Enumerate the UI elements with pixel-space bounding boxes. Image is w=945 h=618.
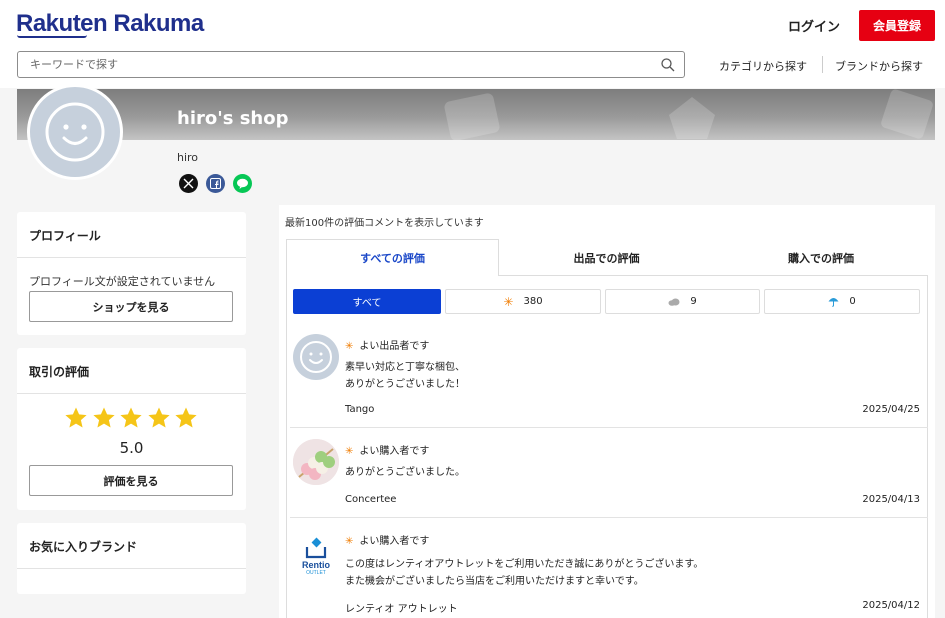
sun-icon: ✳: [345, 536, 354, 547]
reviewer-name[interactable]: レンティオ アウトレット: [345, 600, 458, 615]
review-line: 素早い対応と丁寧な梱包、: [345, 362, 465, 373]
rakuma-logo[interactable]: Rakuten Rakuma: [16, 10, 204, 38]
filter-all-label: すべて: [352, 298, 382, 309]
shop-username: hiro: [177, 151, 199, 164]
smiley-avatar-icon: [300, 341, 332, 373]
rating-title: 取引の評価: [29, 365, 90, 379]
star-icon: [65, 407, 87, 428]
rating-stars: [64, 406, 200, 432]
profile-card: プロフィール プロフィール文が設定されていません ショップを見る: [17, 212, 246, 335]
view-ratings-button[interactable]: 評価を見る: [29, 465, 233, 496]
sun-icon: ✳: [345, 341, 354, 352]
smiley-avatar-icon: [45, 102, 105, 162]
tab-all-reviews[interactable]: すべての評価: [286, 239, 499, 276]
favorite-brands-card: お気に入りブランド: [17, 523, 246, 594]
review-date: 2025/04/12: [862, 600, 920, 611]
filter-bad-button[interactable]: 0: [764, 289, 920, 314]
decor-box-icon: [881, 89, 933, 139]
review-line: この度はレンティオアウトレットをご利用いただき誠にありがとうございます。: [345, 559, 704, 570]
filter-good-count: 380: [523, 296, 543, 307]
shop-name: hiro's shop: [177, 108, 289, 129]
review-date: 2025/04/25: [862, 404, 920, 415]
site-header: Rakuten Rakuma ログイン 会員登録 カテゴリから探す ブランドから…: [0, 0, 945, 88]
review-type: ✳ よい購入者です: [345, 532, 429, 547]
decor-bag-icon: [444, 93, 500, 140]
reviews-panel: 最新100件の評価コメントを表示しています すべての評価 出品での評価 購入での…: [279, 205, 935, 618]
shop-banner: [17, 89, 935, 140]
star-icon: [92, 407, 115, 428]
star-icon: [147, 407, 170, 428]
tab-seller-reviews[interactable]: 出品での評価: [499, 239, 714, 276]
tab-underline: [499, 275, 928, 276]
card-divider: [17, 393, 246, 394]
panel-border-left: [286, 275, 287, 618]
review-type-label: よい購入者です: [359, 446, 430, 457]
review-date: 2025/04/13: [862, 494, 920, 505]
profile-title: プロフィール: [29, 229, 101, 243]
line-share-icon[interactable]: [233, 174, 252, 193]
star-icon: [175, 407, 197, 428]
review-line: ありがとうございました。: [345, 467, 465, 478]
login-link[interactable]: ログイン: [788, 16, 840, 35]
profile-text: プロフィール文が設定されていません: [29, 275, 216, 288]
umbrella-icon: [828, 298, 839, 307]
rentio-logo-subtext: OUTLET: [306, 570, 326, 576]
nav-category-link[interactable]: カテゴリから探す: [719, 58, 807, 74]
rentio-logo-text: Rentio: [302, 560, 330, 570]
review-body: 素早い対応と丁寧な梱包、 ありがとうございました！: [345, 359, 465, 393]
card-divider: [17, 257, 246, 258]
review-line: ありがとうございました！: [345, 379, 465, 390]
panel-border-right: [927, 275, 928, 618]
filter-good-button[interactable]: ✳ 380: [445, 289, 601, 314]
reviewer-avatar[interactable]: [293, 439, 339, 485]
review-type: ✳ よい購入者です: [345, 442, 429, 457]
filter-all-button[interactable]: すべて: [293, 289, 441, 314]
nav-divider: [822, 56, 823, 73]
view-shop-button[interactable]: ショップを見る: [29, 291, 233, 322]
reviews-notice: 最新100件の評価コメントを表示しています: [285, 218, 484, 229]
sun-icon: ✳: [503, 294, 514, 309]
rating-score: 5.0: [119, 439, 144, 457]
review-type-label: よい購入者です: [359, 536, 430, 547]
nav-brand-link[interactable]: ブランドから探す: [835, 58, 923, 74]
review-line: また機会がございましたら当店をご利用いただけますと幸いです。: [345, 576, 644, 587]
facebook-share-icon[interactable]: [206, 174, 225, 193]
logo-swoosh: [17, 35, 87, 38]
review-type: ✳ よい出品者です: [345, 337, 429, 352]
tab-buyer-reviews[interactable]: 購入での評価: [714, 239, 928, 276]
reviewer-name[interactable]: Tango: [345, 404, 374, 415]
register-button[interactable]: 会員登録: [859, 10, 935, 41]
search-icon[interactable]: [660, 57, 676, 73]
review-divider: [290, 427, 928, 428]
cloud-icon: [668, 298, 680, 306]
review-item: Rentio OUTLET ✳ よい購入者です この度はレンティオアウトレットをご…: [291, 529, 923, 618]
filter-bad-count: 0: [849, 296, 856, 307]
star-icon: [120, 407, 142, 428]
search-input[interactable]: [18, 52, 638, 77]
review-type-label: よい出品者です: [359, 341, 430, 352]
review-body: この度はレンティオアウトレットをご利用いただき誠にありがとうございます。 また機…: [345, 556, 703, 590]
card-divider: [17, 568, 246, 569]
filter-normal-count: 9: [690, 296, 697, 307]
review-divider: [290, 517, 928, 518]
review-item: ✳ よい購入者です ありがとうございました。 Concertee 2025/04/…: [290, 439, 928, 519]
review-body: ありがとうございました。: [345, 464, 465, 481]
sun-icon: ✳: [345, 446, 354, 457]
reviewer-avatar[interactable]: [293, 334, 339, 380]
dango-photo-icon: [293, 439, 339, 485]
x-share-icon[interactable]: [179, 174, 198, 193]
review-item: ✳ よい出品者です 素早い対応と丁寧な梱包、 ありがとうございました！ Tango…: [290, 333, 928, 428]
favorite-brands-title: お気に入りブランド: [29, 540, 138, 554]
filter-normal-button[interactable]: 9: [605, 289, 760, 314]
rating-card: 取引の評価 5.0 評価を見る: [17, 348, 246, 510]
search-bar: [17, 51, 685, 78]
reviewer-name[interactable]: Concertee: [345, 494, 396, 505]
reviewer-avatar[interactable]: Rentio OUTLET: [293, 537, 339, 583]
decor-tag-icon: [669, 97, 715, 139]
shop-avatar: [27, 84, 123, 180]
